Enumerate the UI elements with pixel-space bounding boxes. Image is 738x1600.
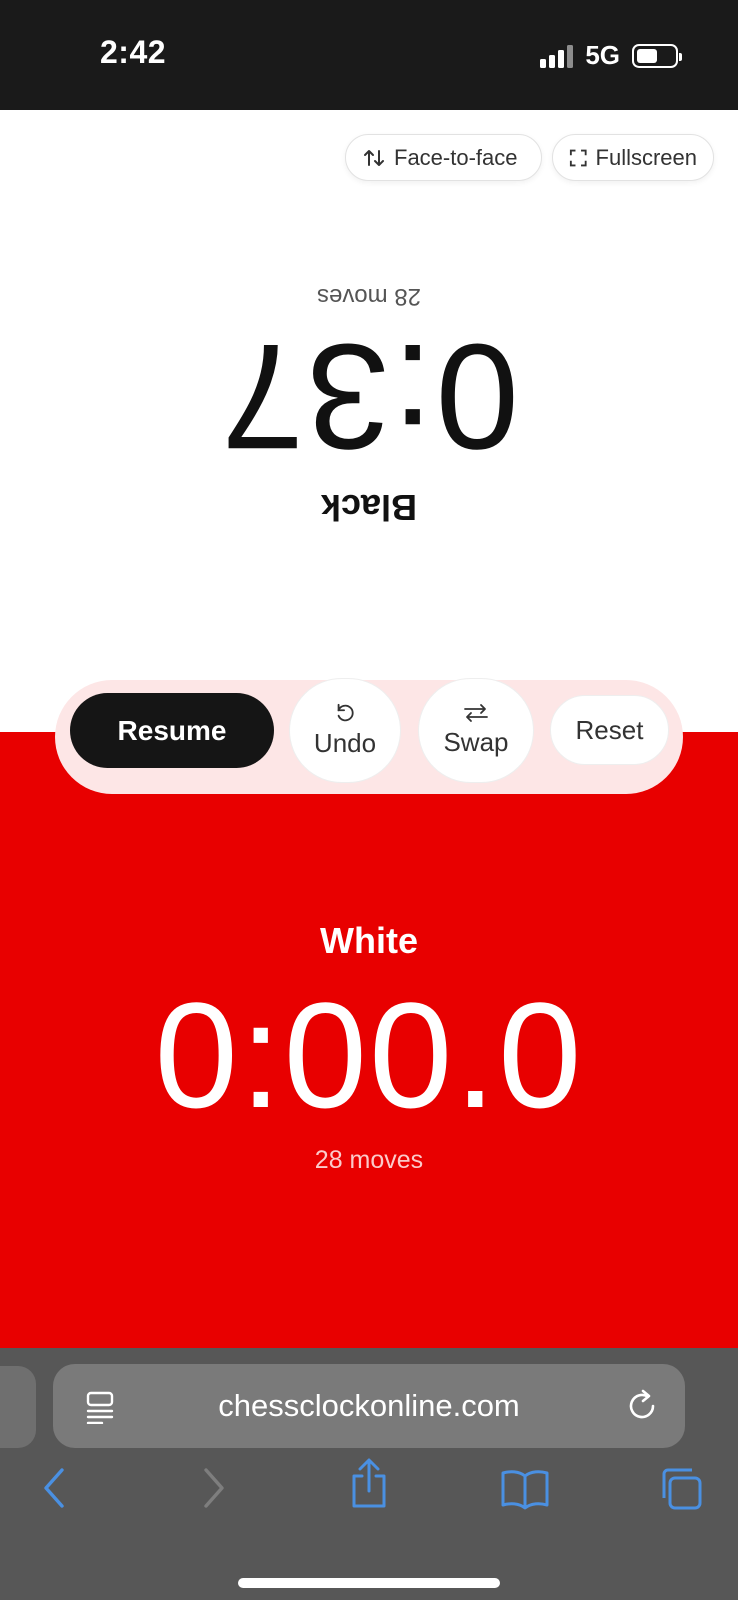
back-icon[interactable]	[40, 1466, 70, 1510]
network-type: 5G	[585, 40, 620, 70]
fullscreen-button[interactable]: Fullscreen	[552, 134, 714, 181]
swap-label: Swap	[443, 727, 509, 757]
status-icons: 5G	[540, 40, 682, 71]
forward-icon[interactable]	[198, 1466, 228, 1510]
battery-icon	[632, 43, 682, 68]
black-player-label: Black	[320, 487, 418, 528]
reset-button[interactable]: Reset	[550, 695, 669, 765]
address-bar[interactable]: chessclockonline.com	[53, 1364, 685, 1448]
resume-button[interactable]: Resume	[70, 693, 274, 768]
black-clock[interactable]: Black 0:37 28 moves	[0, 260, 738, 550]
signal-icon	[540, 44, 574, 68]
fullscreen-icon	[569, 149, 587, 166]
tabs-icon[interactable]	[658, 1466, 704, 1512]
undo-icon	[337, 703, 354, 722]
status-bar: 2:42 5G	[0, 0, 738, 110]
reload-icon[interactable]	[627, 1388, 659, 1422]
black-moves: 28 moves	[316, 283, 422, 310]
swap-vertical-icon	[364, 149, 384, 166]
face-to-face-button[interactable]: Face-to-face	[345, 134, 542, 181]
status-time: 2:42	[100, 34, 167, 70]
swap-button[interactable]: Swap	[418, 678, 534, 783]
battery-level	[637, 48, 657, 63]
swap-horizontal-icon	[464, 704, 488, 722]
previous-tab-peek[interactable]	[0, 1366, 36, 1448]
undo-button[interactable]: Undo	[289, 678, 401, 783]
black-time: 0:37	[219, 313, 519, 481]
white-clock[interactable]: White 0:00.0 28 moves	[0, 732, 738, 1348]
url-text: chessclockonline.com	[218, 1388, 520, 1423]
browser-toolbar: chessclockonline.com	[0, 1348, 738, 1600]
white-moves: 28 moves	[314, 1146, 424, 1174]
face-to-face-label: Face-to-face	[394, 144, 518, 170]
fullscreen-label: Fullscreen	[595, 144, 697, 170]
white-player-label: White	[320, 920, 418, 961]
white-time: 0:00.0	[154, 971, 584, 1139]
share-icon[interactable]	[348, 1458, 390, 1510]
home-indicator	[238, 1578, 500, 1588]
undo-label: Undo	[313, 728, 377, 758]
bookmarks-icon[interactable]	[500, 1468, 550, 1510]
